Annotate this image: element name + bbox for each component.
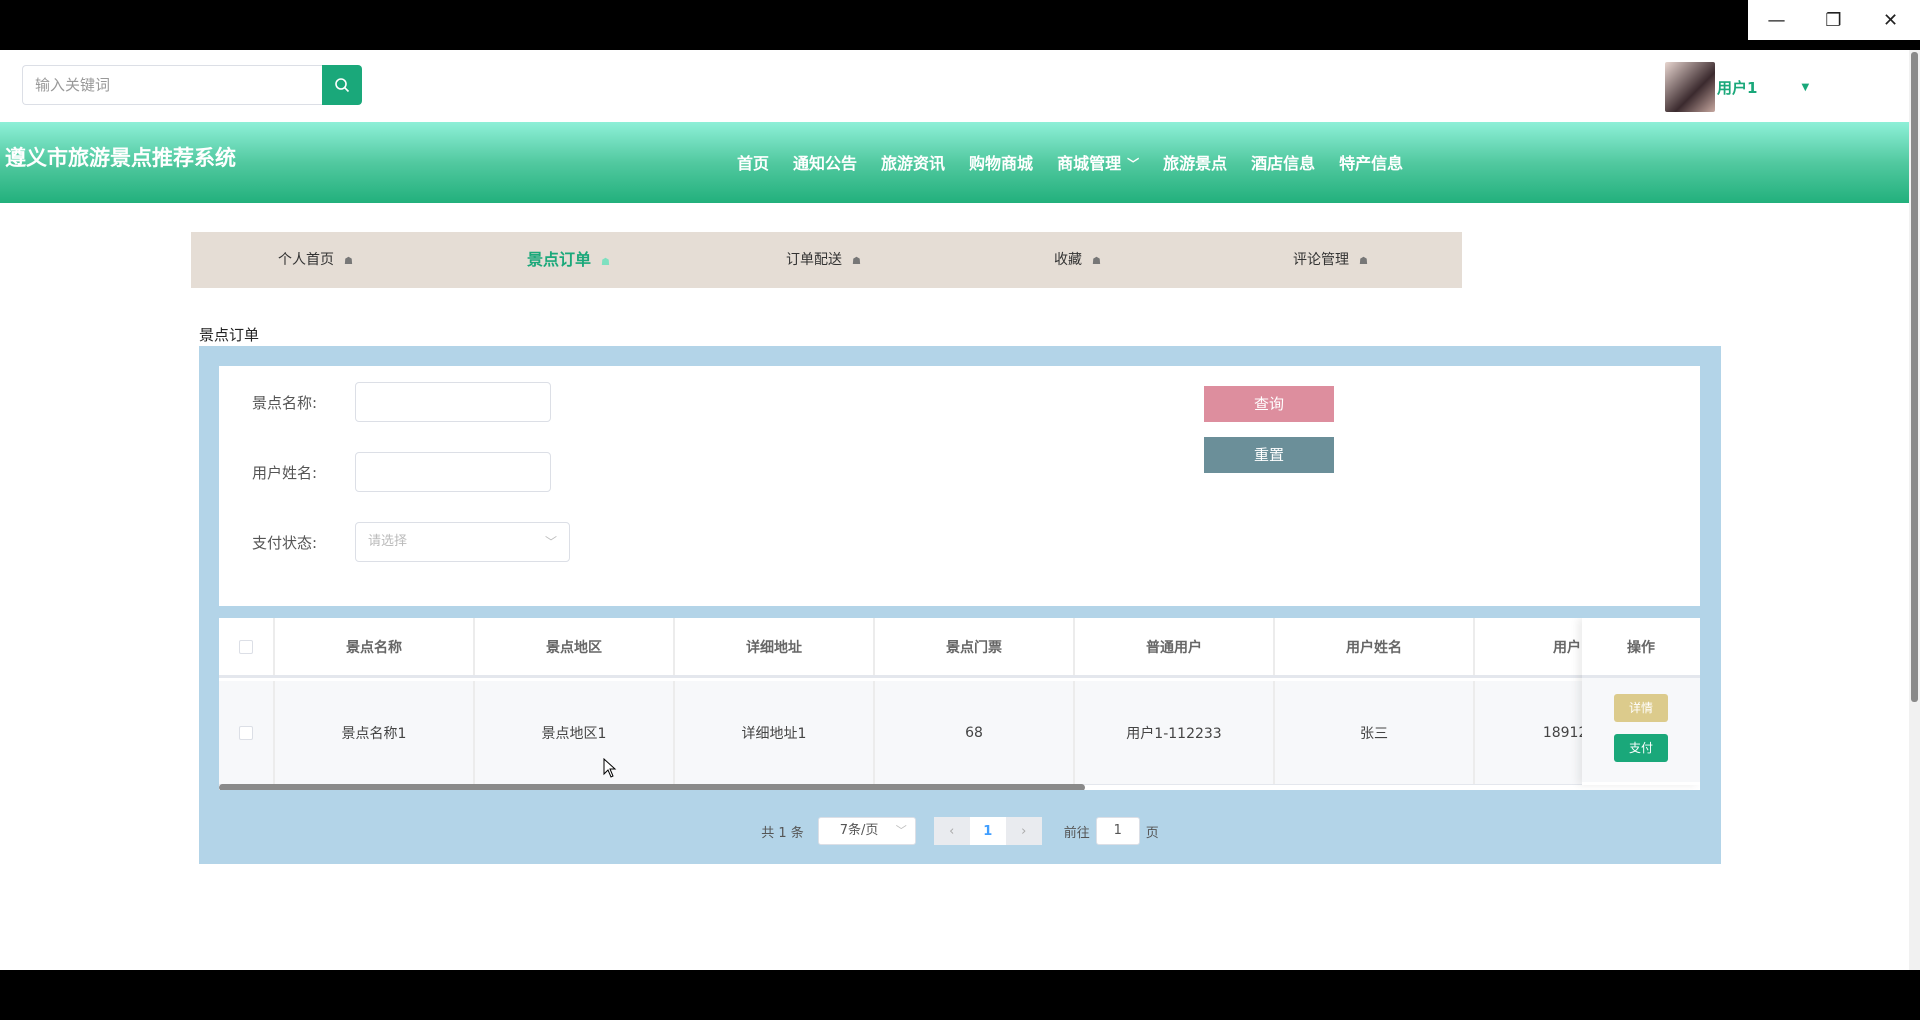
avatar [1665, 62, 1715, 112]
search-input[interactable]: 输入关键词 [22, 65, 324, 105]
col-header: 普通用户 [1075, 618, 1275, 675]
home-icon: ☗ [344, 256, 353, 267]
pay-status-select[interactable]: 请选择 ﹀ [355, 522, 570, 562]
nav-item-notices[interactable]: 通知公告 [793, 150, 857, 174]
col-header: 景点地区 [475, 618, 675, 675]
spot-name-label: 景点名称: [252, 394, 318, 412]
tab-label: 个人首页 [278, 252, 334, 268]
user-menu[interactable]: 用户1 ▼ [1665, 62, 1809, 112]
operations-cell: 详情 支付 [1582, 678, 1700, 782]
scrollbar-thumb[interactable] [1911, 52, 1918, 702]
table-header: 景点名称 景点地区 详细地址 景点门票 普通用户 用户姓名 用户电 [219, 618, 1700, 678]
home-icon: ☗ [852, 256, 861, 267]
user-name-label: 用户姓名: [252, 464, 318, 482]
cell-user-name: 张三 [1275, 681, 1475, 784]
tab-label: 收藏 [1054, 252, 1082, 268]
col-header: 用户姓名 [1275, 618, 1475, 675]
total-count: 共 1 条 [761, 825, 804, 841]
chevron-right-icon: › [1021, 823, 1027, 839]
select-all-cell [219, 618, 275, 675]
tab-label: 评论管理 [1293, 252, 1349, 268]
pay-button[interactable]: 支付 [1614, 734, 1668, 762]
home-icon: ☗ [1092, 256, 1101, 267]
chevron-left-icon: ‹ [949, 823, 955, 839]
nav-item-shop[interactable]: 购物商城 [969, 150, 1033, 174]
select-all-checkbox[interactable] [239, 639, 253, 654]
tab-spot-orders[interactable]: 景点订单 ☗ [527, 232, 610, 288]
user-name-input[interactable] [355, 452, 551, 492]
page-number[interactable]: 1 [969, 817, 1006, 845]
site-title: 遵义市旅游景点推荐系统 [5, 146, 236, 170]
query-button[interactable]: 查询 [1204, 386, 1334, 422]
nav-item-travel-news[interactable]: 旅游资讯 [881, 150, 945, 174]
next-page-button[interactable]: › [1005, 817, 1042, 845]
search-button[interactable] [322, 65, 362, 105]
cell-address: 详细地址1 [675, 681, 875, 784]
page-viewport: 输入关键词 用户1 ▼ 遵义市旅游景点推荐系统 首页 通知公告 旅游资讯 购物商… [0, 50, 1920, 970]
site-header: 遵义市旅游景点推荐系统 首页 通知公告 旅游资讯 购物商城 商城管理 ﹀ 旅游景点… [0, 122, 1909, 203]
col-header: 景点名称 [275, 618, 475, 675]
pay-status-placeholder: 请选择 [368, 534, 408, 549]
page-scrollbar[interactable] [1909, 50, 1920, 970]
detail-button[interactable]: 详情 [1614, 694, 1668, 722]
goto-label: 前往 [1063, 825, 1090, 841]
search-icon [335, 78, 350, 93]
cell-spot-name: 景点名称1 [275, 681, 475, 784]
page-title: 景点订单 [199, 326, 260, 344]
chevron-down-icon: ﹀ [544, 535, 557, 549]
orders-table: 景点名称 景点地区 详细地址 景点门票 普通用户 用户姓名 用户电 景点名称1 … [219, 618, 1700, 790]
close-button[interactable]: ✕ [1862, 0, 1919, 40]
operations-column: 操作 详情 支付 [1582, 618, 1700, 785]
table-horizontal-scrollbar[interactable] [219, 784, 1085, 790]
nav-item-scenic-spots[interactable]: 旅游景点 [1163, 150, 1227, 174]
reset-button[interactable]: 重置 [1204, 437, 1334, 473]
cell-region: 景点地区1 [475, 681, 675, 784]
taskbar-area [0, 970, 1920, 1020]
page-size-select[interactable]: 7条/页 ﹀ [817, 817, 916, 845]
minimize-button[interactable]: — [1748, 0, 1805, 40]
chevron-down-icon: ﹀ [1127, 157, 1140, 171]
username: 用户1 [1717, 78, 1758, 97]
restore-button[interactable]: ❐ [1805, 0, 1862, 40]
main-nav: 首页 通知公告 旅游资讯 购物商城 商城管理 ﹀ 旅游景点 酒店信息 特产信息 [737, 150, 1427, 174]
goto-page-input[interactable]: 1 [1095, 817, 1140, 845]
caret-down-icon: ▼ [1801, 81, 1810, 93]
orders-panel: 景点名称: 用户姓名: 支付状态: 请选择 ﹀ 查询 重置 景点名称 景点地区 详… [199, 346, 1721, 864]
col-header: 操作 [1582, 618, 1700, 678]
home-icon: ☗ [1359, 256, 1368, 267]
mouse-cursor-icon [603, 758, 617, 778]
tab-comments[interactable]: 评论管理 ☗ [1293, 232, 1368, 288]
tab-label: 订单配送 [786, 252, 842, 268]
search-form: 景点名称: 用户姓名: 支付状态: 请选择 ﹀ 查询 重置 [219, 366, 1700, 606]
home-icon: ☗ [601, 257, 610, 268]
pay-status-label: 支付状态: [252, 534, 318, 552]
chevron-down-icon: ﹀ [895, 824, 907, 837]
tab-personal-home[interactable]: 个人首页 ☗ [278, 232, 353, 288]
spot-name-input[interactable] [355, 382, 551, 422]
nav-item-home[interactable]: 首页 [737, 150, 769, 174]
nav-item-shop-manage-label: 商城管理 [1057, 154, 1122, 173]
title-bar: — ❐ ✕ [0, 0, 1920, 50]
window-controls: — ❐ ✕ [1748, 0, 1920, 40]
page-size-value: 7条/页 [839, 823, 879, 838]
tab-label: 景点订单 [527, 250, 592, 269]
row-checkbox[interactable] [239, 725, 253, 740]
row-select-cell [219, 681, 275, 784]
col-header: 景点门票 [875, 618, 1075, 675]
nav-item-shop-manage[interactable]: 商城管理 ﹀ [1057, 150, 1139, 174]
cell-ticket: 68 [875, 681, 1075, 784]
table-row: 景点名称1 景点地区1 详细地址1 68 用户1-112233 张三 18912… [219, 681, 1700, 785]
nav-item-specialties[interactable]: 特产信息 [1339, 150, 1403, 174]
tab-favorites[interactable]: 收藏 ☗ [1054, 232, 1101, 288]
tab-order-delivery[interactable]: 订单配送 ☗ [786, 232, 861, 288]
cell-user: 用户1-112233 [1075, 681, 1275, 784]
pagination: 共 1 条 7条/页 ﹀ ‹ 1 › 前往 1 页 [199, 816, 1721, 846]
col-header: 详细地址 [675, 618, 875, 675]
page-suffix: 页 [1145, 825, 1159, 841]
prev-page-button[interactable]: ‹ [933, 817, 970, 845]
nav-item-hotels[interactable]: 酒店信息 [1251, 150, 1315, 174]
user-center-tabs: 个人首页 ☗ 景点订单 ☗ 订单配送 ☗ 收藏 ☗ 评论管理 ☗ [191, 232, 1462, 288]
